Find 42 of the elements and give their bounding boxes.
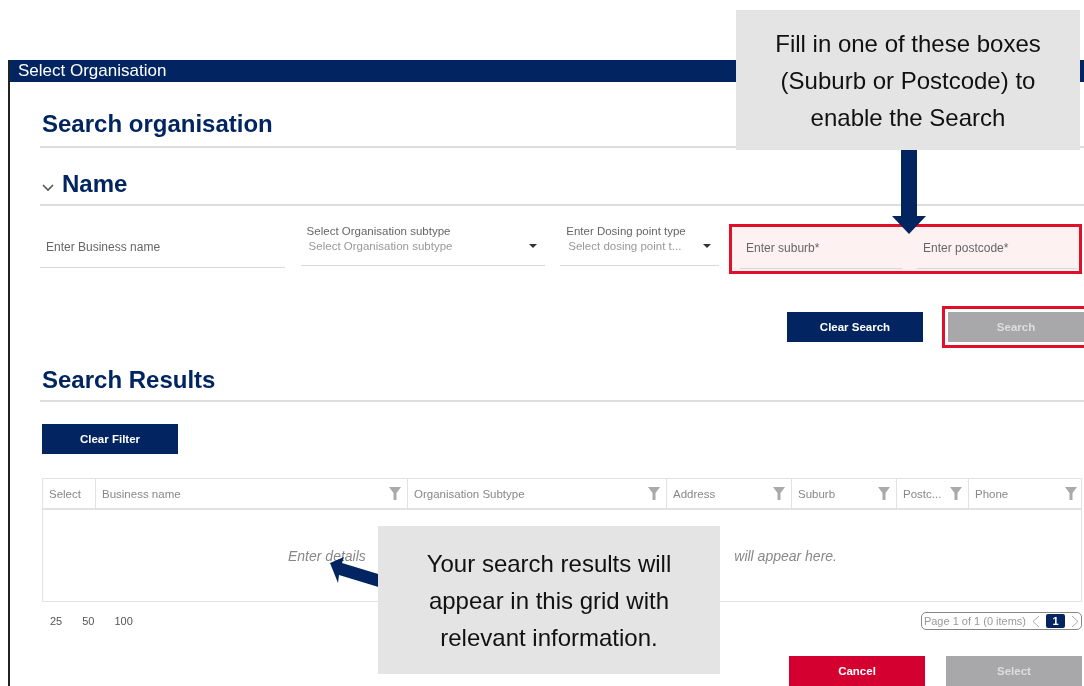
field-label: Select Organisation subtype xyxy=(305,225,452,237)
cancel-button[interactable]: Cancel xyxy=(789,656,925,686)
column-header[interactable]: Address xyxy=(666,479,791,508)
column-header[interactable]: Phone xyxy=(968,479,1083,508)
section-heading: Search Results xyxy=(40,366,1084,402)
select-field[interactable]: Enter Dosing point type Select dosing point t... xyxy=(560,224,719,266)
page-size-link[interactable]: 25 xyxy=(50,615,63,627)
page-button[interactable]: 1 xyxy=(1046,614,1065,628)
select-field[interactable]: Select Organisation subtype Select Organisation subtype xyxy=(300,224,546,266)
filter-icon[interactable] xyxy=(1065,487,1077,500)
empty-message: Enter details xyxy=(288,547,366,564)
column-header[interactable]: Select xyxy=(43,479,95,508)
column-header[interactable]: Postc... xyxy=(896,479,968,508)
text-field[interactable]: Enter suburb* xyxy=(740,241,908,255)
text-field[interactable]: Enter Business name xyxy=(40,240,291,254)
column-header[interactable]: Business name xyxy=(95,479,407,508)
filter-icon[interactable] xyxy=(773,487,785,500)
pager-info: Page 1 of 1 (0 items) xyxy=(923,615,1026,627)
text-field[interactable]: Enter postcode* xyxy=(917,241,1083,255)
filter-icon[interactable] xyxy=(389,487,401,500)
filter-icon[interactable] xyxy=(950,487,962,500)
page-size-link[interactable]: 100 xyxy=(114,615,133,627)
empty-message: will appear here. xyxy=(734,547,837,564)
window-title: Select Organisation xyxy=(18,61,167,81)
chevron-down-icon[interactable] xyxy=(42,184,54,192)
next-page-icon[interactable] xyxy=(1071,614,1079,628)
callout-note: Fill in one of these boxes (Suburb or Postcode) to enable the Search xyxy=(736,10,1080,150)
dropdown-caret-icon xyxy=(529,244,538,248)
filter-icon[interactable] xyxy=(878,487,890,500)
dropdown-caret-icon xyxy=(703,244,711,248)
select-placeholder: Select dosing point t... xyxy=(568,240,682,252)
clear-filter-button[interactable]: Clear Filter xyxy=(42,424,178,454)
column-header[interactable]: Organisation Subtype xyxy=(407,479,666,508)
page-size-link[interactable]: 50 xyxy=(82,615,95,627)
field-label: Enter Dosing point type xyxy=(565,225,687,237)
previous-page-icon[interactable] xyxy=(1032,614,1040,628)
select-placeholder: Select Organisation subtype xyxy=(308,240,453,252)
column-header[interactable]: Suburb xyxy=(791,479,896,508)
search-button[interactable]: Clear Search xyxy=(787,312,923,342)
callout-note: Your search results will appear in this grid with relevant information. xyxy=(378,526,720,674)
section-heading: Name xyxy=(62,170,128,198)
filter-icon[interactable] xyxy=(648,487,660,500)
